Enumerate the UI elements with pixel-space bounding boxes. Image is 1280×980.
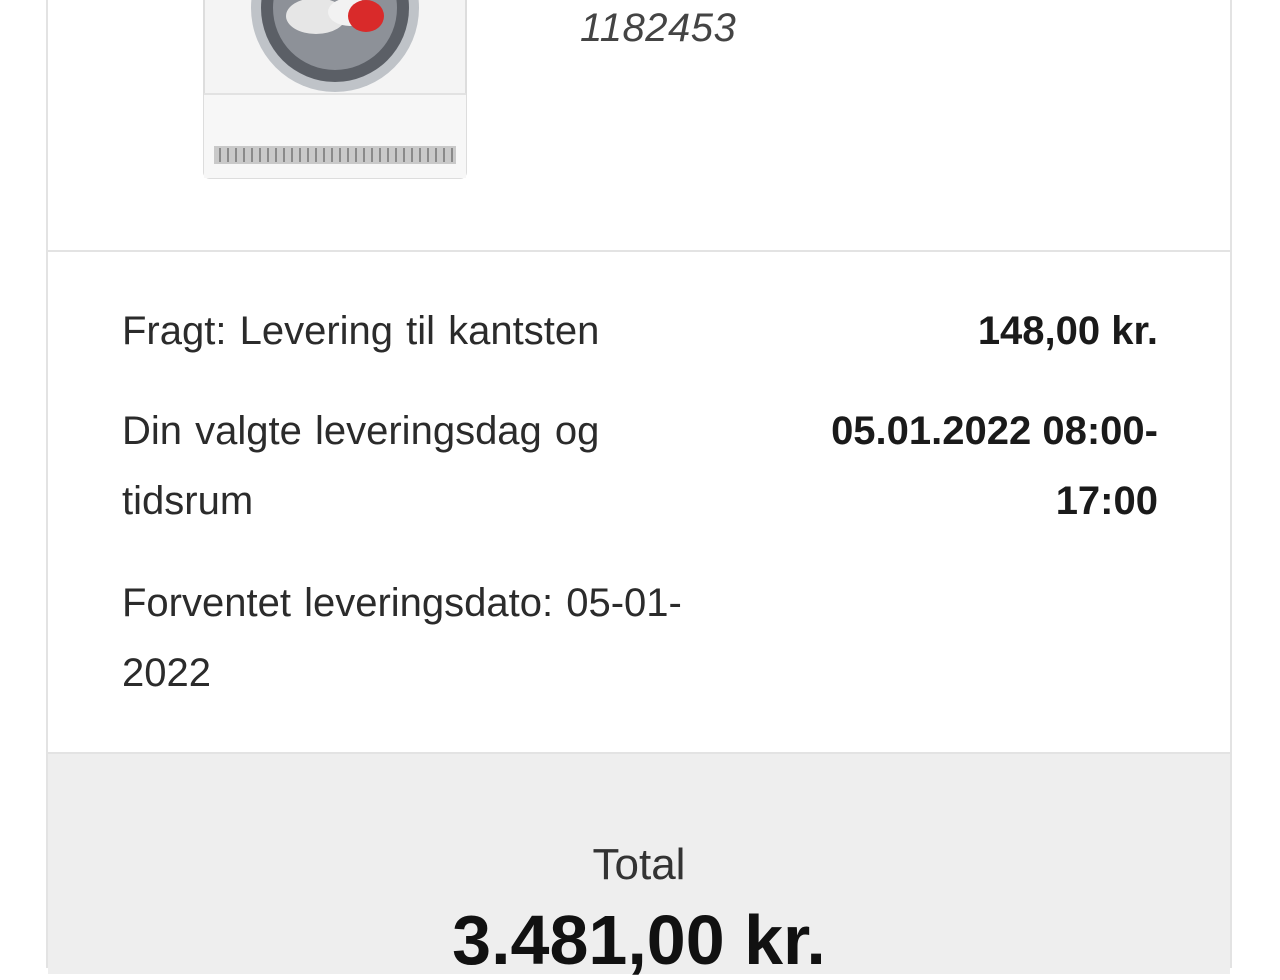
expected-date-label: Forventet leveringsdato: 05-01-2022 <box>122 581 682 695</box>
expected-date-row: Forventet leveringsdato: 05-01-2022 <box>122 568 1158 708</box>
shipping-section: Fragt: Levering til kantsten 148,00 kr. … <box>48 252 1230 754</box>
tumble-dryer-icon <box>203 0 467 179</box>
product-number: 1182453 <box>580 6 737 50</box>
product-section: 1182453 <box>48 0 1230 252</box>
total-label: Total <box>592 840 686 889</box>
total-section: Total 3.481,00 kr. <box>48 754 1230 979</box>
delivery-slot-label: Din valgte leveringsdag og tidsrum <box>122 409 600 523</box>
freight-label: Fragt: Levering til kantsten <box>122 309 600 353</box>
total-amount: 3.481,00 kr. <box>452 901 826 979</box>
freight-row: Fragt: Levering til kantsten 148,00 kr. <box>122 296 1158 366</box>
order-summary-card: 1182453 Fragt: Levering til kantsten 148… <box>46 0 1232 979</box>
freight-value: 148,00 kr. <box>977 309 1158 353</box>
delivery-slot-row: Din valgte leveringsdag og tidsrum 05.01… <box>122 396 1158 536</box>
delivery-slot-value: 05.01.2022 08:00-17:00 <box>831 409 1158 523</box>
